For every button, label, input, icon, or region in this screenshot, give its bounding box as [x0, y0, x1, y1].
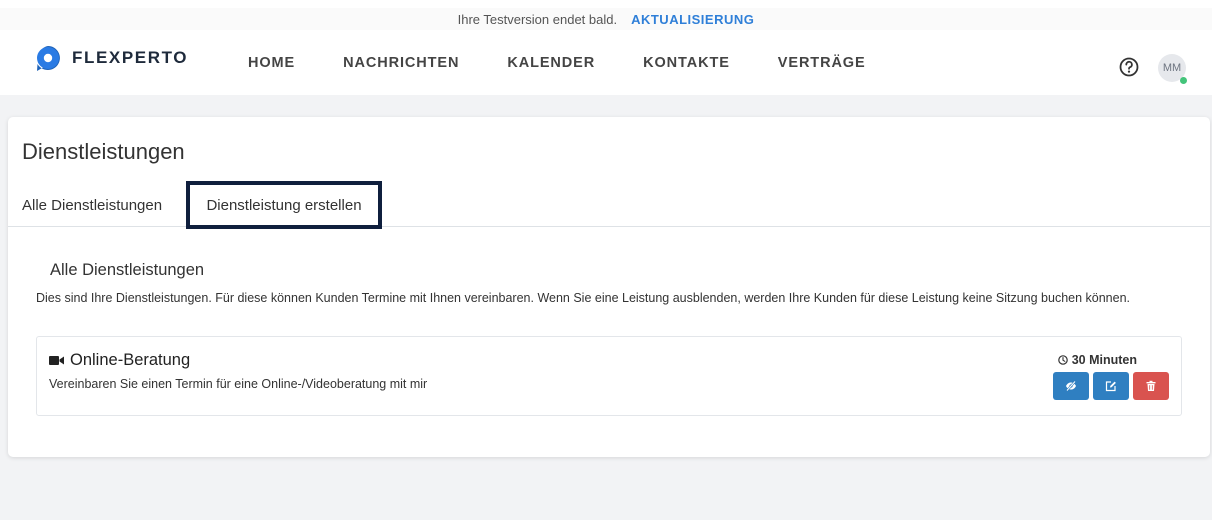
trial-banner-text: Ihre Testversion endet bald.: [457, 11, 618, 27]
tab-all-services[interactable]: Alle Dienstleistungen: [22, 183, 162, 227]
video-camera-icon: [49, 356, 64, 365]
nav-item-vertraege[interactable]: VERTRÄGE: [778, 55, 866, 71]
avatar-initials: MM: [1162, 62, 1182, 74]
service-duration-text: 30 Minuten: [1071, 353, 1137, 367]
clock-icon: [1057, 355, 1068, 365]
tab-create-service[interactable]: Dienstleistung erstellen: [186, 181, 382, 229]
service-description: Vereinbaren Sie einen Termin für eine On…: [49, 377, 428, 391]
trash-icon: [1146, 380, 1156, 391]
nav-item-kontakte[interactable]: KONTAKTE: [643, 55, 730, 71]
section-title: Alle Dienstleistungen: [50, 261, 205, 279]
edit-service-button[interactable]: [1093, 372, 1129, 400]
tab-bar: Alle Dienstleistungen Dienstleistung ers…: [8, 181, 1210, 229]
hide-service-button[interactable]: [1053, 372, 1089, 400]
flexperto-logo-icon: [37, 46, 60, 71]
section-description: Dies sind Ihre Dienstleistungen. Für die…: [36, 291, 1131, 305]
online-status-dot: [1180, 77, 1187, 84]
service-item: Online-Beratung Vereinbaren Sie einen Te…: [36, 336, 1182, 416]
eye-slash-icon: [1066, 380, 1076, 392]
main-nav: HOME NACHRICHTEN KALENDER KONTAKTE VERTR…: [248, 30, 914, 95]
question-circle-icon[interactable]: [1119, 57, 1139, 77]
brand-name: FLEXPERTO: [72, 48, 189, 67]
nav-item-kalender[interactable]: KALENDER: [507, 55, 595, 71]
top-navbar: FLEXPERTO HOME NACHRICHTEN KALENDER KONT…: [0, 30, 1212, 95]
service-duration: 30 Minuten: [1057, 353, 1137, 367]
brand[interactable]: FLEXPERTO: [34, 44, 188, 72]
trial-banner: Ihre Testversion endet bald. AKTUALISIER…: [0, 8, 1212, 30]
service-name-row: Online-Beratung: [49, 351, 190, 370]
services-card: Dienstleistungen Alle Dienstleistungen D…: [8, 117, 1210, 457]
upgrade-link[interactable]: AKTUALISIERUNG: [631, 12, 754, 27]
nav-item-home[interactable]: HOME: [248, 55, 295, 71]
nav-item-nachrichten[interactable]: NACHRICHTEN: [343, 55, 459, 71]
top-spacer: [0, 0, 1212, 8]
service-actions: [1053, 372, 1169, 400]
page-title: Dienstleistungen: [22, 139, 185, 164]
edit-icon: [1105, 381, 1116, 392]
service-name: Online-Beratung: [70, 351, 191, 369]
delete-service-button[interactable]: [1133, 372, 1169, 400]
